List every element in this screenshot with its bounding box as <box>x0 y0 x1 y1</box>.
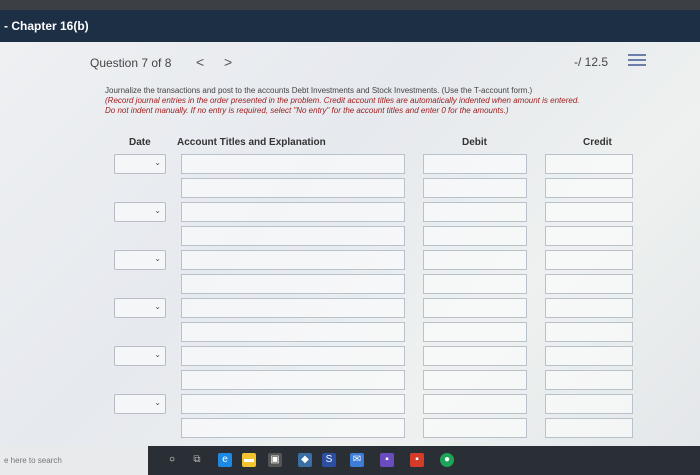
table-row: ⌄ <box>105 154 645 176</box>
instruction-line-2: (Record journal entries in the order pre… <box>105 96 580 105</box>
file-explorer-icon[interactable]: ▬ <box>242 453 256 467</box>
instructions: Journalize the transactions and post to … <box>105 86 645 116</box>
account-title-input[interactable] <box>181 346 405 366</box>
credit-input[interactable] <box>545 250 633 270</box>
table-row: ⌄ <box>105 202 645 224</box>
date-select[interactable]: ⌄ <box>114 202 166 222</box>
question-page: Question 7 of 8 < > -/ 12.5 Journalize t… <box>0 42 700 446</box>
app-green-icon[interactable]: ● <box>440 453 454 467</box>
table-row <box>105 418 645 440</box>
taskbar: e here to search ○ ⧉ e ▬ ▣ ◆ S ✉ ▪ ▪ ● <box>0 446 700 475</box>
top-strip <box>0 0 700 10</box>
app-purple-icon[interactable]: ▪ <box>380 453 394 467</box>
account-title-input[interactable] <box>181 226 405 246</box>
account-title-input[interactable] <box>181 298 405 318</box>
credit-input[interactable] <box>545 346 633 366</box>
instruction-line-1: Journalize the transactions and post to … <box>105 86 533 95</box>
journal-entry-table: Date Account Titles and Explanation Debi… <box>105 132 645 446</box>
table-header: Date Account Titles and Explanation Debi… <box>105 132 645 152</box>
credit-input[interactable] <box>545 178 633 198</box>
table-row: ⌄ <box>105 298 645 320</box>
task-view-icon[interactable]: ⧉ <box>190 453 204 467</box>
prev-question-button[interactable]: < <box>196 54 204 70</box>
credit-input[interactable] <box>545 202 633 222</box>
chevron-down-icon: ⌄ <box>154 302 161 311</box>
debit-input[interactable] <box>423 418 527 438</box>
table-row: ⌄ <box>105 346 645 368</box>
table-row <box>105 370 645 392</box>
account-title-input[interactable] <box>181 250 405 270</box>
header-debit: Debit <box>462 137 487 148</box>
date-select[interactable]: ⌄ <box>114 346 166 366</box>
account-title-input[interactable] <box>181 178 405 198</box>
account-title-input[interactable] <box>181 394 405 414</box>
header-date: Date <box>129 137 151 148</box>
table-row <box>105 226 645 248</box>
date-select[interactable]: ⌄ <box>114 154 166 174</box>
taskbar-search[interactable]: e here to search <box>0 446 148 475</box>
chevron-down-icon: ⌄ <box>154 350 161 359</box>
debit-input[interactable] <box>423 202 527 222</box>
table-row <box>105 322 645 344</box>
credit-input[interactable] <box>545 394 633 414</box>
credit-input[interactable] <box>545 298 633 318</box>
window-title: - Chapter 16(b) <box>0 10 700 42</box>
account-title-input[interactable] <box>181 322 405 342</box>
chevron-down-icon: ⌄ <box>154 158 161 167</box>
table-row: ⌄ <box>105 394 645 416</box>
debit-input[interactable] <box>423 394 527 414</box>
credit-input[interactable] <box>545 154 633 174</box>
app-s-icon[interactable]: S <box>322 453 336 467</box>
credit-input[interactable] <box>545 274 633 294</box>
table-row: ⌄ <box>105 250 645 272</box>
header-credit: Credit <box>583 137 612 148</box>
question-label: Question 7 of 8 <box>90 56 172 70</box>
question-score: -/ 12.5 <box>574 55 609 69</box>
debit-input[interactable] <box>423 154 527 174</box>
credit-input[interactable] <box>545 226 633 246</box>
account-title-input[interactable] <box>181 370 405 390</box>
debit-input[interactable] <box>423 322 527 342</box>
header-account: Account Titles and Explanation <box>177 137 326 148</box>
date-select[interactable]: ⌄ <box>114 394 166 414</box>
debit-input[interactable] <box>423 250 527 270</box>
date-select[interactable]: ⌄ <box>114 298 166 318</box>
account-title-input[interactable] <box>181 202 405 222</box>
debit-input[interactable] <box>423 298 527 318</box>
instruction-line-3: Do not indent manually. If no entry is r… <box>105 106 509 115</box>
next-question-button[interactable]: > <box>224 54 232 70</box>
credit-input[interactable] <box>545 322 633 342</box>
store-icon[interactable]: ▣ <box>268 453 282 467</box>
debit-input[interactable] <box>423 226 527 246</box>
date-select[interactable]: ⌄ <box>114 250 166 270</box>
table-row <box>105 274 645 296</box>
cortana-icon[interactable]: ○ <box>165 453 179 467</box>
account-title-input[interactable] <box>181 418 405 438</box>
debit-input[interactable] <box>423 274 527 294</box>
debit-input[interactable] <box>423 370 527 390</box>
edge-icon[interactable]: e <box>218 453 232 467</box>
question-list-icon[interactable] <box>628 54 646 68</box>
chevron-down-icon: ⌄ <box>154 398 161 407</box>
account-title-input[interactable] <box>181 154 405 174</box>
credit-input[interactable] <box>545 418 633 438</box>
debit-input[interactable] <box>423 346 527 366</box>
table-row <box>105 178 645 200</box>
app-red-icon[interactable]: ▪ <box>410 453 424 467</box>
mail-icon[interactable]: ✉ <box>350 453 364 467</box>
question-header: Question 7 of 8 < > -/ 12.5 <box>0 42 700 82</box>
chevron-down-icon: ⌄ <box>154 206 161 215</box>
debit-input[interactable] <box>423 178 527 198</box>
chevron-down-icon: ⌄ <box>154 254 161 263</box>
dropbox-icon[interactable]: ◆ <box>298 453 312 467</box>
credit-input[interactable] <box>545 370 633 390</box>
account-title-input[interactable] <box>181 274 405 294</box>
